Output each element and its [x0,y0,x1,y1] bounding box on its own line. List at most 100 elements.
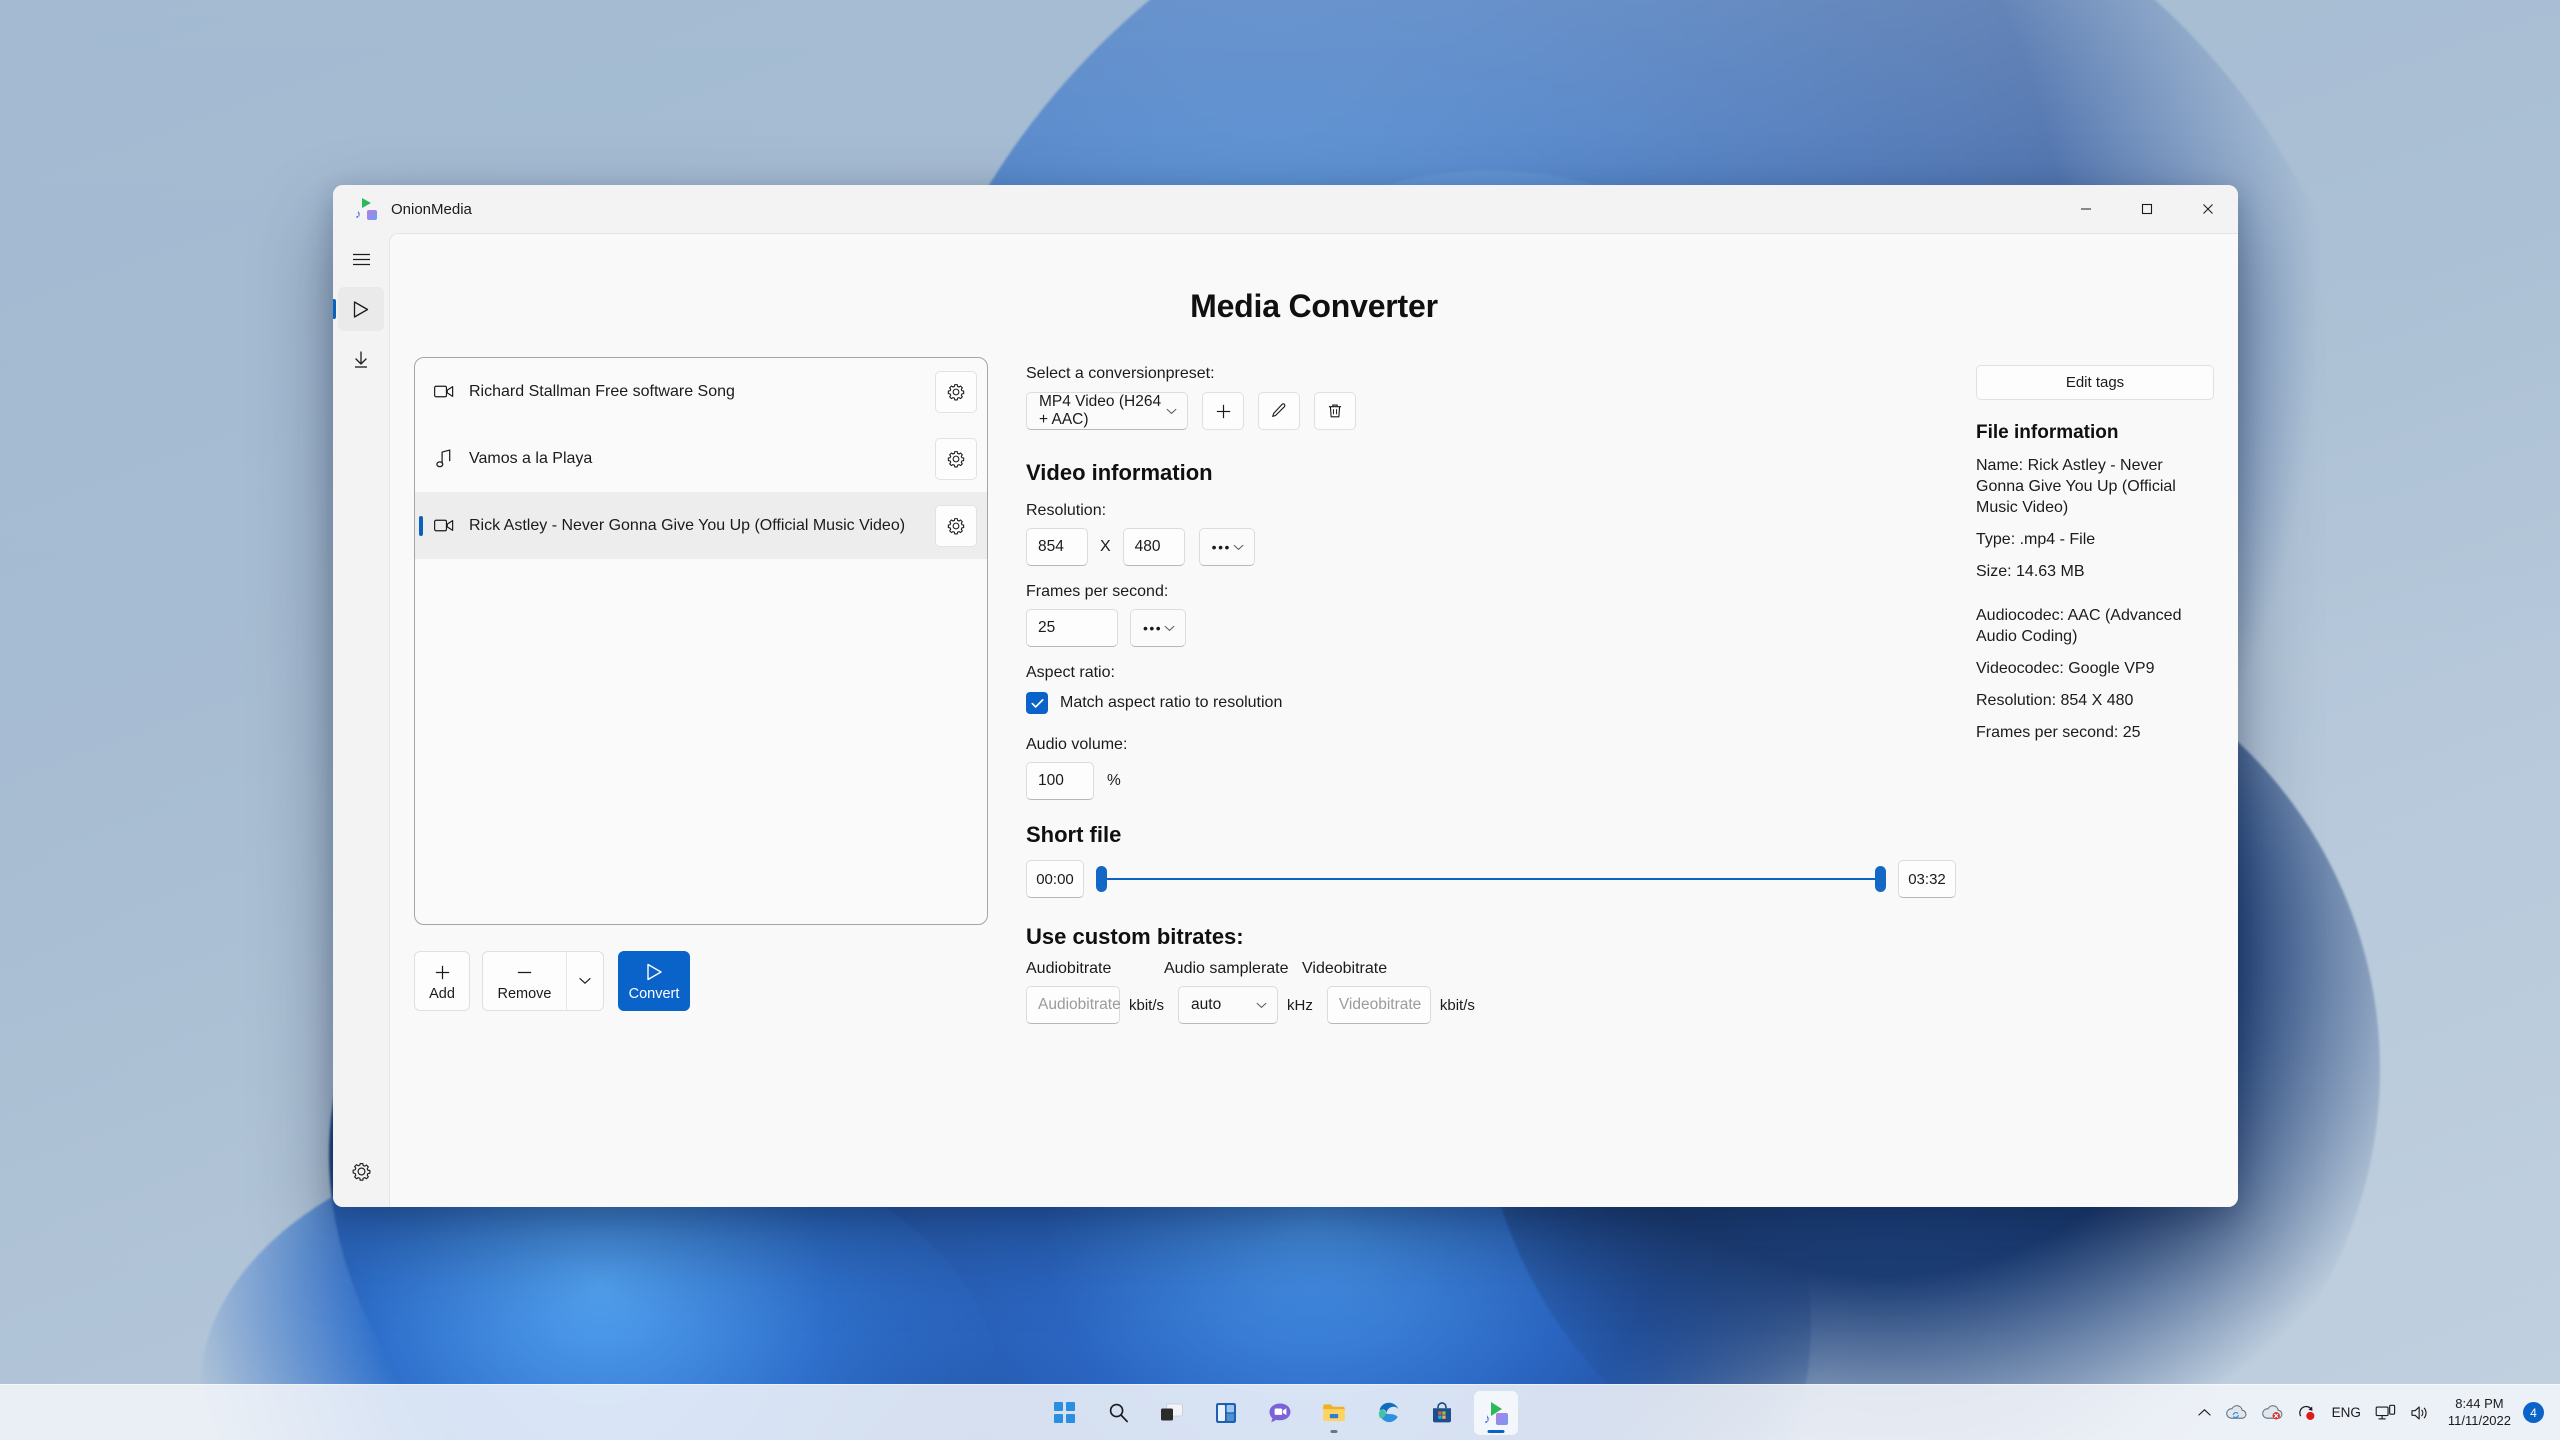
edge-button[interactable] [1366,1391,1410,1435]
search-button[interactable] [1096,1391,1140,1435]
fps-presets-dropdown[interactable]: ••• [1130,609,1186,647]
content-surface: Media Converter Richard Stallma [389,233,2238,1207]
chat-button[interactable] [1258,1391,1302,1435]
plus-icon [433,959,452,985]
video-camera-icon [431,384,457,399]
add-button-label: Add [429,986,455,1002]
recording-indicator-button[interactable] [2290,1393,2325,1433]
list-item[interactable]: Rick Astley - Never Gonna Give You Up (O… [415,492,987,559]
chevron-down-icon[interactable] [567,952,603,1010]
edit-preset-button[interactable] [1258,392,1300,430]
audio-volume-label: Audio volume: [1026,736,1956,754]
close-icon[interactable] [2177,185,2238,233]
onionmedia-logo-icon: ♪ [1484,1401,1508,1425]
list-toolbar: Add Remove [414,951,988,1011]
settings-gear-icon[interactable] [338,1149,384,1193]
resolution-presets-dropdown[interactable]: ••• [1199,528,1255,566]
recording-dot-icon [2297,1404,2318,1421]
onedrive-sync-button[interactable] [2218,1393,2254,1433]
chevron-down-icon [1256,996,1267,1014]
sidebar-item-downloader[interactable] [338,337,384,381]
minimize-icon[interactable] [2055,185,2116,233]
samplerate-select[interactable]: auto [1178,986,1278,1024]
add-preset-button[interactable] [1202,392,1244,430]
sidebar-item-media-converter[interactable] [338,287,384,331]
taskbar-apps: ♪ [1042,1391,1518,1435]
volume-button[interactable] [2403,1393,2438,1433]
slider-thumb-start[interactable] [1096,866,1107,892]
main-columns: Richard Stallman Free software Song [390,357,2238,1207]
task-view-button[interactable] [1150,1391,1194,1435]
resolution-width-input[interactable]: 854 [1026,528,1088,566]
resolution-height-input[interactable]: 480 [1123,528,1185,566]
add-button[interactable]: Add [414,951,470,1011]
trim-start-input[interactable]: 00:00 [1026,860,1084,898]
slider-thumb-end[interactable] [1875,866,1886,892]
short-file-heading: Short file [1026,822,1956,848]
aspect-ratio-row[interactable]: Match aspect ratio to resolution [1026,692,1956,714]
preset-row: MP4 Video (H264 + AAC) [1026,392,1956,430]
onedrive-error-button[interactable] [2254,1393,2290,1433]
speaker-icon [2410,1404,2431,1422]
delete-preset-button[interactable] [1314,392,1356,430]
windows-logo-icon [1054,1402,1075,1423]
audiobitrate-label: Audiobitrate [1026,960,1164,978]
tray-overflow-button[interactable] [2191,1393,2218,1433]
hamburger-icon[interactable] [338,237,384,281]
trim-end-input[interactable]: 03:32 [1898,860,1956,898]
language-indicator[interactable]: ENG [2325,1393,2368,1433]
audio-volume-input[interactable]: 100 [1026,762,1094,800]
audiobitrate-input[interactable]: Audiobitrate [1026,986,1120,1024]
match-aspect-ratio-checkbox[interactable] [1026,692,1048,714]
widgets-button[interactable] [1204,1391,1248,1435]
audio-volume-row: 100 % [1026,762,1956,800]
chevron-down-icon [1233,538,1244,556]
fps-label: Frames per second: [1026,583,1956,601]
videobitrate-label: Videobitrate [1302,960,1440,978]
list-item[interactable]: Richard Stallman Free software Song [415,358,987,425]
list-item-label: Vamos a la Playa [469,450,935,468]
running-indicator [1488,1430,1505,1433]
file-explorer-button[interactable] [1312,1391,1356,1435]
clock-time: 8:44 PM [2455,1396,2503,1412]
start-button[interactable] [1042,1391,1086,1435]
gear-icon[interactable] [935,505,977,547]
match-aspect-ratio-label: Match aspect ratio to resolution [1060,694,1282,712]
bitrate-labels-row: Audiobitrate Audio samplerate Videobitra… [1026,960,1956,978]
info-type: Type: .mp4 - File [1976,529,2214,550]
trim-range-slider[interactable] [1096,860,1886,898]
fps-input[interactable]: 25 [1026,609,1118,647]
notification-badge[interactable]: 4 [2523,1402,2544,1423]
list-item[interactable]: Vamos a la Playa [415,425,987,492]
chat-video-icon [1268,1402,1292,1424]
maximize-icon[interactable] [2116,185,2177,233]
videobitrate-unit: kbit/s [1440,997,1475,1014]
network-button[interactable] [2368,1393,2403,1433]
samplerate-label: Audio samplerate [1164,960,1302,978]
widgets-icon [1215,1402,1237,1424]
trash-icon [1326,402,1344,420]
plus-icon [1214,402,1233,421]
remove-button[interactable]: Remove [483,952,567,1010]
network-icon [2375,1404,2396,1422]
convert-button-label: Convert [629,986,680,1002]
task-view-icon [1160,1403,1184,1423]
gear-icon[interactable] [935,438,977,480]
window-title: OnionMedia [391,201,472,218]
remove-split-button: Remove [482,951,604,1011]
gear-icon[interactable] [935,371,977,413]
onionmedia-taskbar-button[interactable]: ♪ [1474,1391,1518,1435]
search-icon [1108,1402,1129,1423]
info-fps: Frames per second: 25 [1976,722,2214,743]
ellipsis-icon: ••• [1143,621,1162,635]
system-tray: ENG 8:44 PM 11/11/2022 4 [2191,1393,2550,1433]
edit-tags-button[interactable]: Edit tags [1976,365,2214,400]
resolution-row: 854 X 480 ••• [1026,528,1956,566]
convert-button[interactable]: Convert [618,951,690,1011]
window-titlebar[interactable]: ♪ OnionMedia [333,185,2238,233]
preset-select[interactable]: MP4 Video (H264 + AAC) [1026,392,1188,430]
microsoft-store-button[interactable] [1420,1391,1464,1435]
videobitrate-input[interactable]: Videobitrate [1327,986,1431,1024]
running-indicator [1331,1430,1338,1433]
clock[interactable]: 8:44 PM 11/11/2022 [2438,1393,2521,1433]
